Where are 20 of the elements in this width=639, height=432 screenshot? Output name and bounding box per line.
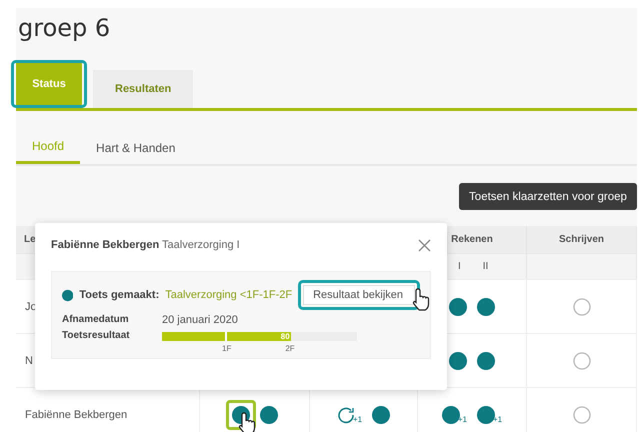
selected-result-frame[interactable] xyxy=(226,400,256,430)
assign-tests-button[interactable]: Toetsen klaarzetten voor groep xyxy=(459,183,637,210)
level-tick-label: 1F xyxy=(222,344,232,353)
header-cell: Schrijven xyxy=(527,226,637,253)
close-button[interactable] xyxy=(418,238,431,252)
level-tick-label: 2F xyxy=(285,344,295,353)
page-title: groep 6 xyxy=(17,13,112,44)
field-value: 20 januari 2020 xyxy=(162,314,238,326)
field-label: Toetsresultaat xyxy=(62,330,131,341)
attempt-count: +1 xyxy=(352,414,362,424)
attempt-count: +1 xyxy=(493,414,502,424)
subtab[interactable]: Hart & Handen xyxy=(80,131,192,164)
close-icon xyxy=(418,238,431,252)
score-value: 80 xyxy=(280,332,291,341)
status-label: Toets gemaakt: xyxy=(79,289,160,301)
subheader-label: II xyxy=(482,261,488,272)
test-name: Taalverzorging <1F-1F-2F xyxy=(165,289,292,301)
field-label: Afnamedatum xyxy=(62,314,130,325)
subheader-label: I xyxy=(458,261,461,272)
attempt-count: +1 xyxy=(458,414,467,424)
